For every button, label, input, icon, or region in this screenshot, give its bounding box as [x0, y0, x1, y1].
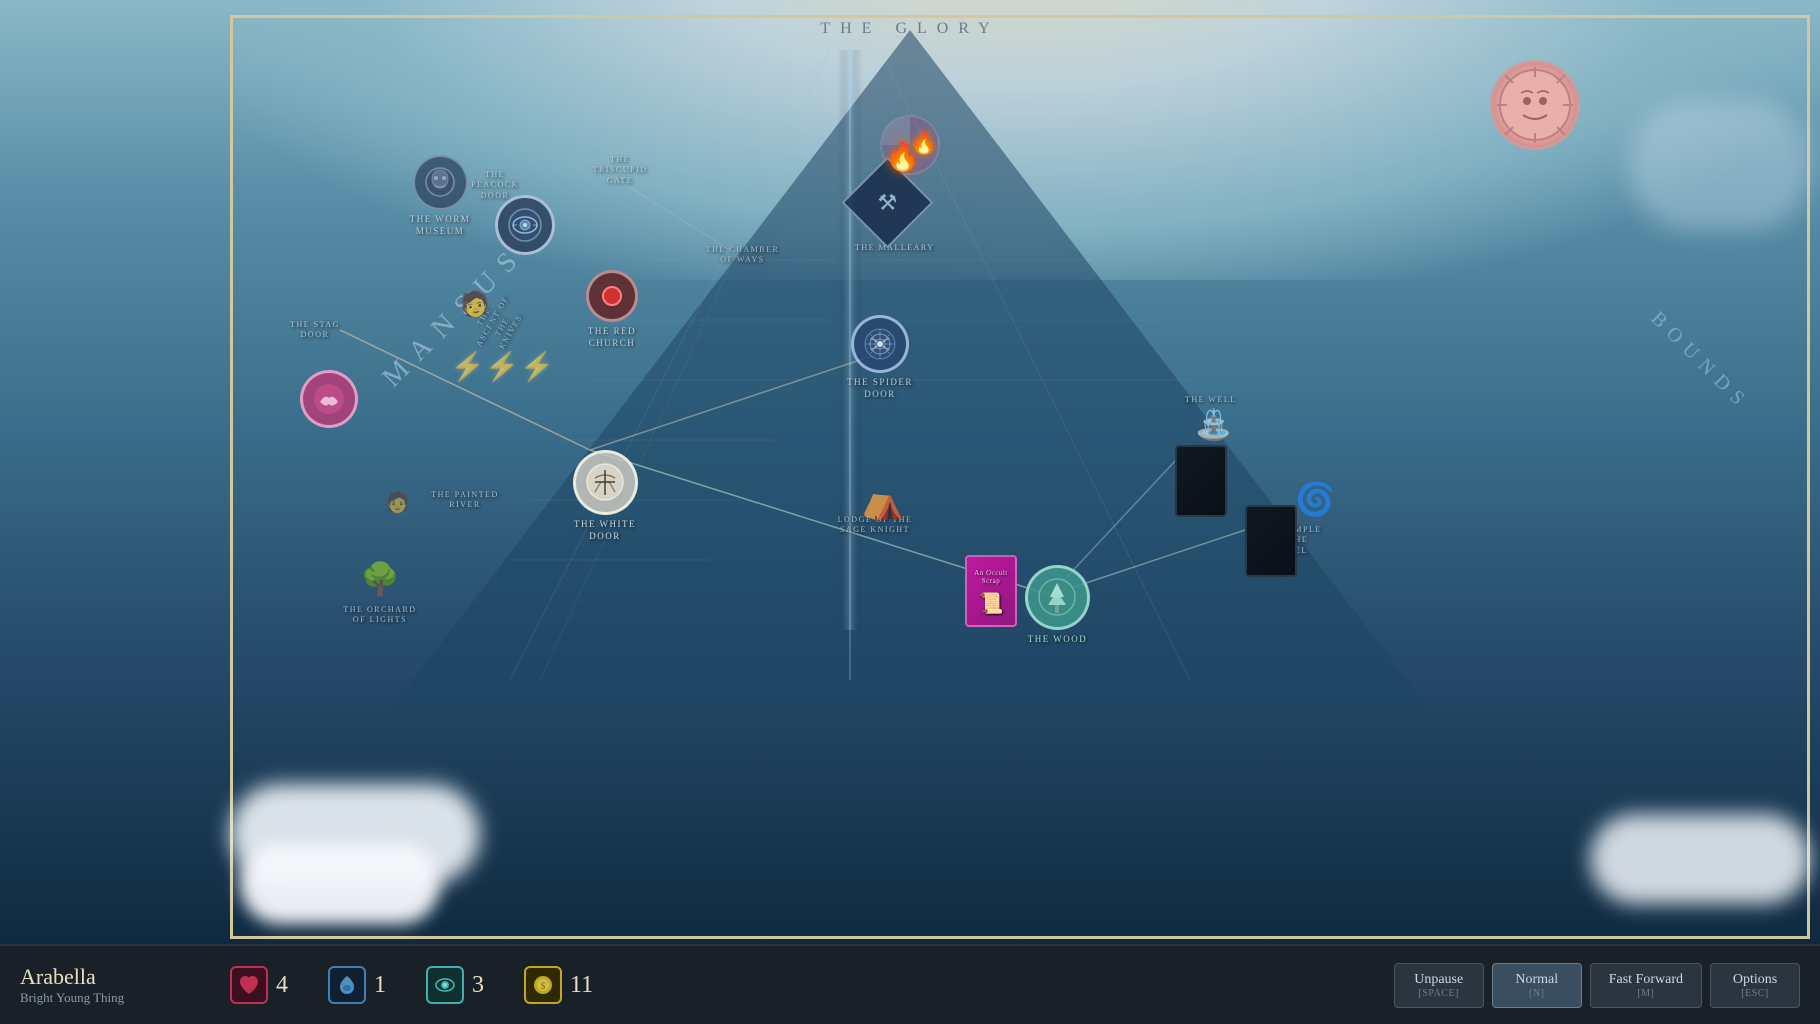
- knives-symbols: ⚡⚡⚡: [450, 350, 555, 384]
- health-value: 4: [276, 972, 288, 999]
- card-dark-2[interactable]: [1245, 505, 1297, 577]
- bottom-hud: Arabella Bright Young Thing 4 1: [0, 944, 1820, 1024]
- chamber-of-ways-label[interactable]: THE CHAMBER OF WAYS: [700, 245, 785, 266]
- orchard-tree-icon: 🌳: [360, 560, 400, 598]
- location-malleary[interactable]: ⚒ THE MALLEARY: [855, 170, 935, 252]
- unpause-button[interactable]: Unpause [SPACE]: [1394, 963, 1484, 1008]
- cloud-bottom-left-2: [240, 844, 440, 924]
- wealth-value: 11: [570, 972, 593, 999]
- perception-value: 3: [472, 972, 484, 999]
- player-title: Bright Young Thing: [20, 990, 180, 1006]
- well-icon: ⛲: [1195, 408, 1232, 443]
- location-wood[interactable]: THE WOOD: [1025, 565, 1090, 646]
- skill-value: 1: [374, 972, 386, 999]
- lodge-tent-icon: ⛺: [860, 480, 905, 522]
- figure-left: 🧑: [385, 490, 410, 515]
- stats-area: 4 1 3: [230, 966, 1394, 1004]
- stat-wealth: $ 11: [524, 966, 593, 1004]
- options-button[interactable]: Options [ESC]: [1710, 963, 1800, 1008]
- painted-river-label[interactable]: THE PAINTED RIVER: [430, 490, 500, 511]
- stat-skill: 1: [328, 966, 386, 1004]
- stat-health: 4: [230, 966, 288, 1004]
- location-peacock-door[interactable]: [495, 195, 555, 255]
- orchard-lights-label[interactable]: THE ORCHARD OF LIGHTS: [340, 605, 420, 626]
- sun-face-icon: [1490, 60, 1580, 150]
- location-red-church[interactable]: THE RED CHURCH: [572, 270, 652, 349]
- wealth-icon: $: [524, 966, 562, 1004]
- malleary-fire-icon2: 🔥: [910, 130, 937, 156]
- stag-door-label[interactable]: THE STAG DOOR: [285, 320, 345, 341]
- well-label[interactable]: THE WELL: [1185, 395, 1237, 404]
- skill-icon: [328, 966, 366, 1004]
- bounds-label: BOUNDS: [1646, 307, 1754, 415]
- card-occult-scrap[interactable]: An Occult Scrap 📜: [965, 555, 1017, 627]
- player-info: Arabella Bright Young Thing: [20, 964, 180, 1006]
- svg-text:$: $: [541, 981, 546, 991]
- figure-climbing: 🧑: [458, 288, 492, 322]
- card-dark-1[interactable]: [1175, 445, 1227, 517]
- temple-wheel-icon: 🌀: [1295, 480, 1335, 518]
- triscupid-gate-label[interactable]: THE TRISCUPID GATE: [585, 155, 655, 186]
- fast-forward-button[interactable]: Fast Forward [M]: [1590, 963, 1702, 1008]
- health-icon: [230, 966, 268, 1004]
- player-name: Arabella: [20, 964, 180, 990]
- location-stag-door-node[interactable]: [300, 370, 358, 428]
- location-white-door[interactable]: THE WHITE DOOR: [565, 450, 645, 542]
- location-spider-door[interactable]: THE SPIDER DOOR: [840, 315, 920, 400]
- buttons-area: Unpause [SPACE] Normal [N] Fast Forward …: [1394, 963, 1800, 1008]
- cloud-bottom-right-1: [1590, 814, 1810, 904]
- stat-perception: 3: [426, 966, 484, 1004]
- perception-icon: [426, 966, 464, 1004]
- normal-button[interactable]: Normal [N]: [1492, 963, 1582, 1008]
- cloud-top-right-1: [1630, 100, 1810, 230]
- game-area: THE GLORY MANSUS BOUNDS: [0, 0, 1820, 944]
